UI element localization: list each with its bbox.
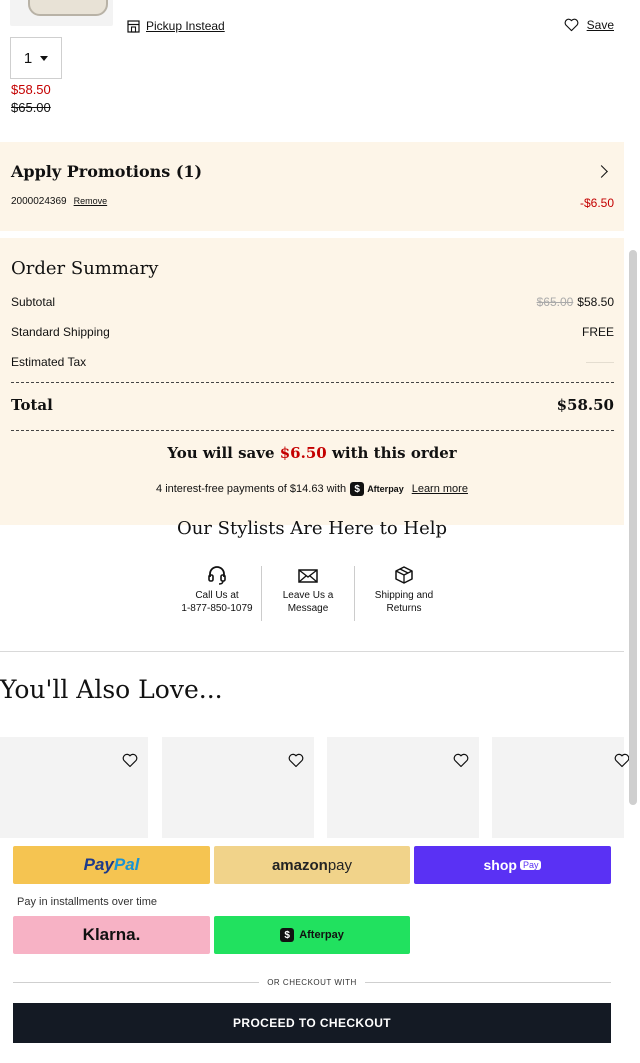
- call-line-1: Call Us at: [195, 590, 239, 601]
- heart-icon[interactable]: [288, 753, 304, 768]
- subtotal-label: Subtotal: [11, 295, 56, 309]
- shop-text: shop: [483, 857, 517, 873]
- pickup-instead-link[interactable]: Pickup Instead: [127, 19, 225, 33]
- amazon-pay-text: pay: [327, 856, 353, 874]
- savings-suffix: with this order: [331, 444, 457, 462]
- tax-label: Estimated Tax: [11, 355, 87, 369]
- learn-more-link[interactable]: Learn more: [412, 483, 468, 495]
- message-line-1: Leave Us a: [282, 590, 334, 601]
- afterpay-icon: $: [280, 928, 295, 942]
- proceed-to-checkout-button[interactable]: PROCEED TO CHECKOUT: [13, 1003, 611, 1043]
- scrollbar[interactable]: [629, 250, 637, 805]
- or-checkout-divider: OR CHECKOUT WITH: [13, 978, 612, 987]
- promo-discount: -$6.50: [579, 196, 614, 210]
- call-line-2: 1-877-850-1079: [181, 603, 253, 614]
- promotions-count: (1): [175, 162, 203, 181]
- checkout-payment-bar: Pay Pal amazon pay shop Pay Pay in install…: [0, 838, 624, 1063]
- heart-icon[interactable]: [614, 753, 630, 768]
- product-card[interactable]: [162, 737, 314, 847]
- also-love-title: You'll Also Love...: [0, 675, 223, 704]
- amazon-text: amazon: [271, 856, 328, 874]
- order-summary-title: Order Summary: [11, 258, 159, 279]
- divider: [0, 651, 624, 652]
- shipping-line-1: Shipping and: [374, 590, 434, 601]
- paypal-button[interactable]: Pay Pal: [13, 846, 210, 884]
- promotions-panel[interactable]: Apply Promotions (1) 2000024369 Remove -…: [0, 142, 624, 231]
- call-us-link[interactable]: Call Us at 1-877-850-1079: [171, 565, 263, 615]
- installments-label: Pay in installments over time: [17, 896, 157, 908]
- paypal-text-a: Pay: [83, 855, 114, 874]
- package-icon: [395, 566, 413, 584]
- bag-image: [28, 0, 108, 16]
- product-card[interactable]: [327, 737, 479, 847]
- store-icon: [127, 19, 140, 33]
- heart-icon[interactable]: [453, 753, 469, 768]
- proceed-label: PROCEED TO CHECKOUT: [232, 1016, 392, 1030]
- afterpay-icon: $: [350, 482, 365, 496]
- afterpay-text: 4 interest-free payments of $14.63 with: [156, 483, 347, 495]
- subtotal-was: $65.00: [536, 295, 574, 309]
- savings-amount: $6.50: [279, 444, 327, 462]
- afterpay-message: 4 interest-free payments of $14.63 with …: [0, 482, 624, 496]
- total-label: Total: [11, 396, 53, 414]
- paypal-text-b: Pal: [113, 855, 140, 874]
- subtotal-values: $65.00 $58.50: [537, 295, 614, 309]
- savings-prefix: You will save: [167, 444, 275, 462]
- subtotal-row: Subtotal $65.00 $58.50: [11, 295, 614, 309]
- shipping-line-2: Returns: [386, 603, 422, 614]
- savings-message: You will save $6.50 with this order: [0, 444, 624, 462]
- heart-icon[interactable]: [122, 753, 138, 768]
- sale-price: $58.50: [11, 82, 51, 97]
- promo-code-row: 2000024369 Remove: [11, 196, 107, 207]
- shipping-row: Standard Shipping FREE: [11, 325, 614, 339]
- product-thumbnail[interactable]: [10, 0, 113, 26]
- or-checkout-label: OR CHECKOUT WITH: [267, 978, 357, 987]
- afterpay-logo: $ Afterpay: [350, 482, 404, 496]
- shop-pay-tag: Pay: [519, 860, 542, 870]
- product-card[interactable]: [492, 737, 630, 847]
- stylists-title: Our Stylists Are Here to Help: [176, 518, 448, 539]
- divider: [11, 382, 614, 383]
- klarna-button[interactable]: Klarna.: [13, 916, 210, 954]
- shipping-label: Standard Shipping: [11, 325, 110, 339]
- shipping-returns-link[interactable]: Shipping and Returns: [358, 565, 450, 615]
- chevron-down-icon: [40, 55, 49, 61]
- divider: [13, 982, 260, 983]
- subtotal-now: $58.50: [577, 295, 614, 309]
- order-summary: Order Summary Subtotal $65.00 $58.50 Stan…: [0, 238, 624, 525]
- save-for-later-link[interactable]: Save: [564, 18, 614, 32]
- divider: [11, 430, 614, 431]
- leave-message-link[interactable]: Leave Us a Message: [262, 565, 354, 615]
- divider: [364, 982, 612, 983]
- tax-placeholder: [586, 361, 614, 363]
- envelope-icon: [298, 569, 318, 583]
- promotions-title: Apply Promotions (1): [11, 162, 202, 181]
- quantity-select[interactable]: 1: [10, 37, 62, 79]
- pickup-label: Pickup Instead: [146, 19, 225, 33]
- save-label: Save: [586, 18, 614, 32]
- remove-promo-link[interactable]: Remove: [74, 196, 108, 206]
- heart-icon: [564, 18, 579, 32]
- headset-icon: [208, 566, 226, 585]
- tax-row: Estimated Tax: [11, 355, 614, 369]
- product-card[interactable]: [0, 737, 148, 847]
- chevron-right-icon[interactable]: [595, 165, 608, 178]
- message-line-2: Message: [287, 603, 329, 614]
- amazon-pay-button[interactable]: amazon pay: [214, 846, 410, 884]
- afterpay-brand: Afterpay: [367, 484, 404, 494]
- afterpay-button-text: Afterpay: [299, 929, 344, 941]
- quantity-value: 1: [23, 49, 33, 67]
- divider: [354, 566, 355, 621]
- total-value: $58.50: [556, 396, 614, 414]
- promotions-title-text: Apply Promotions: [11, 162, 171, 181]
- shop-pay-button[interactable]: shop Pay: [414, 846, 611, 884]
- original-price: $65.00: [11, 100, 51, 115]
- shipping-value: FREE: [581, 325, 614, 339]
- promo-code: 2000024369: [11, 196, 67, 207]
- afterpay-button[interactable]: $ Afterpay: [214, 916, 410, 954]
- klarna-text: Klarna.: [82, 925, 141, 944]
- total-row: Total $58.50: [11, 396, 614, 414]
